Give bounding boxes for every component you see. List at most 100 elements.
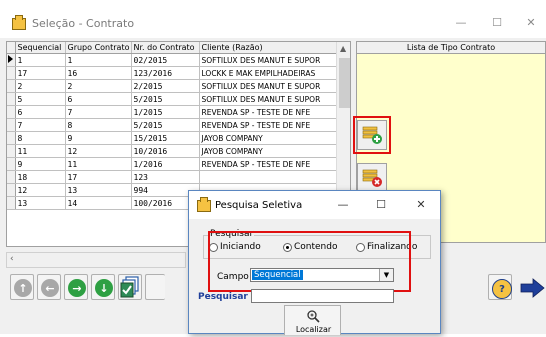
- cell-cliente[interactable]: [199, 170, 337, 184]
- row-indicator[interactable]: [7, 131, 16, 145]
- cell-grupo-contrato[interactable]: 6: [65, 92, 132, 106]
- cell-grupo-contrato[interactable]: 16: [65, 66, 132, 80]
- row-indicator[interactable]: [7, 92, 16, 106]
- cell-sequencial[interactable]: 5: [15, 92, 66, 106]
- cell-nr-contrato[interactable]: 2/2015: [131, 79, 200, 93]
- table-row[interactable]: 18 17 123: [7, 170, 337, 184]
- column-header-cliente[interactable]: Cliente (Razão): [199, 42, 337, 54]
- cell-sequencial[interactable]: 6: [15, 105, 66, 119]
- add-to-list-button[interactable]: [357, 120, 387, 150]
- cell-nr-contrato[interactable]: 1/2016: [131, 157, 200, 171]
- table-row[interactable]: 9 11 1/2016 REVENDA SP - TESTE DE NFE: [7, 157, 337, 171]
- cell-cliente[interactable]: REVENDA SP - TESTE DE NFE: [199, 157, 337, 171]
- row-indicator[interactable]: [7, 53, 16, 67]
- grid-horizontal-scrollbar[interactable]: ‹: [6, 252, 186, 268]
- table-row[interactable]: 11 12 10/2016 JAYOB COMPANY: [7, 144, 337, 158]
- current-row-arrow-icon: [8, 54, 13, 63]
- next-record-button[interactable]: →: [64, 274, 88, 300]
- cell-nr-contrato[interactable]: 5/2015: [131, 118, 200, 132]
- cell-sequencial[interactable]: 1: [15, 53, 66, 67]
- cell-cliente[interactable]: REVENDA SP - TESTE DE NFE: [199, 118, 337, 132]
- arrow-right-icon: [520, 278, 545, 298]
- cell-cliente[interactable]: JAYOB COMPANY: [199, 144, 337, 158]
- table-row[interactable]: 2 2 2/2015 SOFTILUX DES MANUT E SUPOR: [7, 79, 337, 93]
- chevron-up-icon[interactable]: ▲: [340, 44, 346, 53]
- minimize-button[interactable]: —: [450, 14, 472, 32]
- table-row[interactable]: 1 1 02/2015 SOFTILUX DES MANUT E SUPOR: [7, 53, 337, 67]
- row-indicator[interactable]: [7, 183, 16, 197]
- table-row[interactable]: 7 8 5/2015 REVENDA SP - TESTE DE NFE: [7, 118, 337, 132]
- cell-grupo-contrato[interactable]: 9: [65, 131, 132, 145]
- scroll-thumb[interactable]: [339, 58, 350, 108]
- cell-grupo-contrato[interactable]: 12: [65, 144, 132, 158]
- dialog-minimize-button[interactable]: —: [333, 197, 353, 213]
- cell-cliente[interactable]: SOFTILUX DES MANUT E SUPOR: [199, 53, 337, 67]
- row-indicator[interactable]: [7, 118, 16, 132]
- table-row[interactable]: 17 16 123/2016 LOCKK E MAK EMPILHADEIRAS: [7, 66, 337, 80]
- cell-nr-contrato[interactable]: 1/2015: [131, 105, 200, 119]
- cell-cliente[interactable]: REVENDA SP - TESTE DE NFE: [199, 105, 337, 119]
- dialog-title-bar: Pesquisa Seletiva — ☐ ✕: [189, 191, 440, 219]
- pesquisar-input[interactable]: [251, 289, 394, 303]
- column-header-nr-contrato[interactable]: Nr. do Contrato: [131, 42, 200, 54]
- cell-nr-contrato[interactable]: 5/2015: [131, 92, 200, 106]
- maximize-button[interactable]: ☐: [486, 14, 508, 32]
- localizar-button[interactable]: Localizar: [284, 305, 341, 335]
- cell-grupo-contrato[interactable]: 14: [65, 196, 132, 210]
- help-button[interactable]: ?: [488, 274, 512, 300]
- select-records-button[interactable]: [118, 274, 142, 300]
- dialog-maximize-button[interactable]: ☐: [371, 197, 391, 213]
- cell-sequencial[interactable]: 17: [15, 66, 66, 80]
- cell-sequencial[interactable]: 13: [15, 196, 66, 210]
- row-indicator[interactable]: [7, 105, 16, 119]
- cell-cliente[interactable]: JAYOB COMPANY: [199, 131, 337, 145]
- cell-sequencial[interactable]: 11: [15, 144, 66, 158]
- add-list-icon: [362, 126, 382, 144]
- cell-cliente[interactable]: SOFTILUX DES MANUT E SUPOR: [199, 79, 337, 93]
- cell-sequencial[interactable]: 18: [15, 170, 66, 184]
- cell-grupo-contrato[interactable]: 17: [65, 170, 132, 184]
- row-indicator[interactable]: [7, 66, 16, 80]
- cell-grupo-contrato[interactable]: 1: [65, 53, 132, 67]
- partial-hidden-button[interactable]: [145, 274, 165, 300]
- proceed-button[interactable]: [519, 278, 546, 298]
- cell-nr-contrato[interactable]: 02/2015: [131, 53, 200, 67]
- cell-cliente[interactable]: LOCKK E MAK EMPILHADEIRAS: [199, 66, 337, 80]
- chevron-left-icon[interactable]: ‹: [10, 254, 14, 264]
- table-row[interactable]: 5 6 5/2015 SOFTILUX DES MANUT E SUPOR: [7, 92, 337, 106]
- cell-sequencial[interactable]: 8: [15, 131, 66, 145]
- remove-from-list-button[interactable]: [357, 163, 387, 193]
- cell-grupo-contrato[interactable]: 13: [65, 183, 132, 197]
- cell-grupo-contrato[interactable]: 11: [65, 157, 132, 171]
- cell-nr-contrato[interactable]: 123: [131, 170, 200, 184]
- arrow-down-icon: ↓: [95, 279, 113, 297]
- row-indicator[interactable]: [7, 170, 16, 184]
- row-indicator[interactable]: [7, 79, 16, 93]
- row-indicator[interactable]: [7, 157, 16, 171]
- last-record-button[interactable]: ↓: [91, 274, 115, 300]
- column-header-sequencial[interactable]: Sequencial: [15, 42, 66, 54]
- table-row[interactable]: 6 7 1/2015 REVENDA SP - TESTE DE NFE: [7, 105, 337, 119]
- dialog-close-button[interactable]: ✕: [411, 197, 431, 213]
- cell-grupo-contrato[interactable]: 2: [65, 79, 132, 93]
- cell-grupo-contrato[interactable]: 8: [65, 118, 132, 132]
- cell-nr-contrato[interactable]: 15/2015: [131, 131, 200, 145]
- close-button[interactable]: ✕: [520, 14, 542, 32]
- multi-check-icon: [120, 276, 139, 298]
- first-record-button[interactable]: ↑: [10, 274, 34, 300]
- cell-nr-contrato[interactable]: 10/2016: [131, 144, 200, 158]
- cell-sequencial[interactable]: 9: [15, 157, 66, 171]
- cell-sequencial[interactable]: 7: [15, 118, 66, 132]
- pesquisar-label: Pesquisar: [198, 292, 248, 302]
- title-bar: Seleção - Contrato — ☐ ✕: [0, 8, 546, 38]
- row-indicator[interactable]: [7, 196, 16, 210]
- cell-sequencial[interactable]: 2: [15, 79, 66, 93]
- column-header-grupo-contrato[interactable]: Grupo Contrato: [65, 42, 132, 54]
- cell-cliente[interactable]: SOFTILUX DES MANUT E SUPOR: [199, 92, 337, 106]
- cell-nr-contrato[interactable]: 123/2016: [131, 66, 200, 80]
- previous-record-button[interactable]: ←: [37, 274, 61, 300]
- cell-sequencial[interactable]: 12: [15, 183, 66, 197]
- cell-grupo-contrato[interactable]: 7: [65, 105, 132, 119]
- row-indicator[interactable]: [7, 144, 16, 158]
- table-row[interactable]: 8 9 15/2015 JAYOB COMPANY: [7, 131, 337, 145]
